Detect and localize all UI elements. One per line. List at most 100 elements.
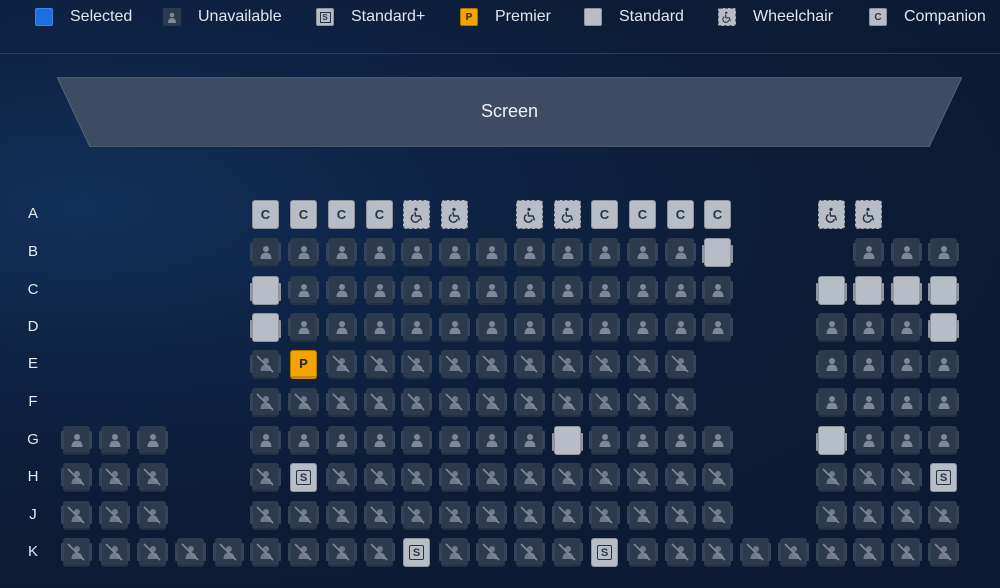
seat-J2-unavailable-struck[interactable] — [99, 501, 130, 530]
seat-G4-unavailable[interactable] — [250, 426, 281, 455]
seat-F16-unavailable[interactable] — [928, 388, 959, 417]
seat-J5-unavailable-struck[interactable] — [288, 501, 319, 530]
seat-B9-unavailable[interactable] — [552, 238, 583, 267]
seat-B8-unavailable[interactable] — [514, 238, 545, 267]
seat-H7-unavailable-struck[interactable] — [364, 463, 395, 492]
seat-H13-unavailable-struck[interactable] — [589, 463, 620, 492]
seat-H2-unavailable-struck[interactable] — [99, 463, 130, 492]
seat-E2-premier[interactable]: P — [290, 350, 317, 379]
seat-D12-unavailable[interactable] — [665, 313, 696, 342]
seat-E13-unavailable[interactable] — [816, 350, 847, 379]
seat-F11-unavailable-struck[interactable] — [627, 388, 658, 417]
seat-K9-unavailable-struck[interactable] — [364, 538, 395, 567]
seat-H14-unavailable-struck[interactable] — [627, 463, 658, 492]
seat-F6-unavailable-struck[interactable] — [439, 388, 470, 417]
seat-G8-unavailable[interactable] — [401, 426, 432, 455]
seat-F9-unavailable-struck[interactable] — [552, 388, 583, 417]
seat-C6-unavailable[interactable] — [439, 276, 470, 305]
seat-E1-unavailable-struck[interactable] — [250, 350, 281, 379]
seat-J10-unavailable-struck[interactable] — [476, 501, 507, 530]
seat-G3-unavailable[interactable] — [137, 426, 168, 455]
seat-H17-unavailable-struck[interactable] — [816, 463, 847, 492]
seat-K13-unavailable-struck[interactable] — [514, 538, 545, 567]
seat-G11-unavailable[interactable] — [514, 426, 545, 455]
seat-G17-standard[interactable] — [816, 426, 847, 455]
seat-J11-unavailable-struck[interactable] — [514, 501, 545, 530]
seat-H5-standard-plus[interactable]: S — [290, 463, 317, 492]
seat-C10-unavailable[interactable] — [589, 276, 620, 305]
seat-G12-standard[interactable] — [552, 426, 583, 455]
seat-K8-unavailable-struck[interactable] — [326, 538, 357, 567]
seat-K6-unavailable-struck[interactable] — [250, 538, 281, 567]
seat-J8-unavailable-struck[interactable] — [401, 501, 432, 530]
seat-C15-standard[interactable] — [853, 276, 884, 305]
seat-F7-unavailable-struck[interactable] — [476, 388, 507, 417]
seat-A4-companion[interactable]: C — [366, 200, 393, 229]
seat-F14-unavailable[interactable] — [853, 388, 884, 417]
seat-B6-unavailable[interactable] — [439, 238, 470, 267]
seat-E15-unavailable[interactable] — [891, 350, 922, 379]
seat-H10-unavailable-struck[interactable] — [476, 463, 507, 492]
seat-C3-unavailable[interactable] — [326, 276, 357, 305]
seat-C1-standard[interactable] — [250, 276, 281, 305]
seat-D4-unavailable[interactable] — [364, 313, 395, 342]
seat-C9-unavailable[interactable] — [552, 276, 583, 305]
seat-F12-unavailable-struck[interactable] — [665, 388, 696, 417]
seat-C2-unavailable[interactable] — [288, 276, 319, 305]
seat-D8-unavailable[interactable] — [514, 313, 545, 342]
seat-H16-unavailable-struck[interactable] — [702, 463, 733, 492]
seat-H6-unavailable-struck[interactable] — [326, 463, 357, 492]
seat-F3-unavailable-struck[interactable] — [326, 388, 357, 417]
seat-D1-standard[interactable] — [250, 313, 281, 342]
seat-A10-companion[interactable]: C — [629, 200, 656, 229]
seat-E16-unavailable[interactable] — [928, 350, 959, 379]
seat-G16-unavailable[interactable] — [702, 426, 733, 455]
seat-B15-unavailable[interactable] — [891, 238, 922, 267]
seat-G9-unavailable[interactable] — [439, 426, 470, 455]
seat-A9-companion[interactable]: C — [591, 200, 618, 229]
seat-K17-unavailable-struck[interactable] — [665, 538, 696, 567]
seat-D7-unavailable[interactable] — [476, 313, 507, 342]
seat-B7-unavailable[interactable] — [476, 238, 507, 267]
seat-J15-unavailable-struck[interactable] — [665, 501, 696, 530]
seat-B14-unavailable[interactable] — [853, 238, 884, 267]
seat-F1-unavailable-struck[interactable] — [250, 388, 281, 417]
seat-B5-unavailable[interactable] — [401, 238, 432, 267]
seat-K3-unavailable-struck[interactable] — [137, 538, 168, 567]
seat-C16-standard[interactable] — [891, 276, 922, 305]
seat-D14-unavailable[interactable] — [816, 313, 847, 342]
seat-G5-unavailable[interactable] — [288, 426, 319, 455]
seat-H15-unavailable-struck[interactable] — [665, 463, 696, 492]
seat-G14-unavailable[interactable] — [627, 426, 658, 455]
seat-K15-standard-plus[interactable]: S — [591, 538, 618, 567]
seat-E12-unavailable-struck[interactable] — [665, 350, 696, 379]
seat-H12-unavailable-struck[interactable] — [552, 463, 583, 492]
seat-K10-standard-plus[interactable]: S — [403, 538, 430, 567]
seat-K14-unavailable-struck[interactable] — [552, 538, 583, 567]
seat-B12-unavailable[interactable] — [665, 238, 696, 267]
seat-E7-unavailable-struck[interactable] — [476, 350, 507, 379]
seat-J4-unavailable-struck[interactable] — [250, 501, 281, 530]
seat-F5-unavailable-struck[interactable] — [401, 388, 432, 417]
seat-H8-unavailable-struck[interactable] — [401, 463, 432, 492]
seat-H11-unavailable-struck[interactable] — [514, 463, 545, 492]
seat-C4-unavailable[interactable] — [364, 276, 395, 305]
seat-H19-unavailable-struck[interactable] — [891, 463, 922, 492]
seat-A5-wheelchair[interactable] — [403, 200, 430, 229]
seat-E3-unavailable-struck[interactable] — [326, 350, 357, 379]
seat-F2-unavailable-struck[interactable] — [288, 388, 319, 417]
seat-K4-unavailable-struck[interactable] — [175, 538, 206, 567]
seat-F13-unavailable[interactable] — [816, 388, 847, 417]
seat-A6-wheelchair[interactable] — [441, 200, 468, 229]
seat-J17-unavailable-struck[interactable] — [816, 501, 847, 530]
seat-K16-unavailable-struck[interactable] — [627, 538, 658, 567]
seat-H1-unavailable-struck[interactable] — [61, 463, 92, 492]
seat-D17-standard[interactable] — [928, 313, 959, 342]
seat-B10-unavailable[interactable] — [589, 238, 620, 267]
seat-J6-unavailable-struck[interactable] — [326, 501, 357, 530]
seat-D6-unavailable[interactable] — [439, 313, 470, 342]
seat-C11-unavailable[interactable] — [627, 276, 658, 305]
seat-K20-unavailable-struck[interactable] — [778, 538, 809, 567]
seat-F10-unavailable-struck[interactable] — [589, 388, 620, 417]
seat-G15-unavailable[interactable] — [665, 426, 696, 455]
